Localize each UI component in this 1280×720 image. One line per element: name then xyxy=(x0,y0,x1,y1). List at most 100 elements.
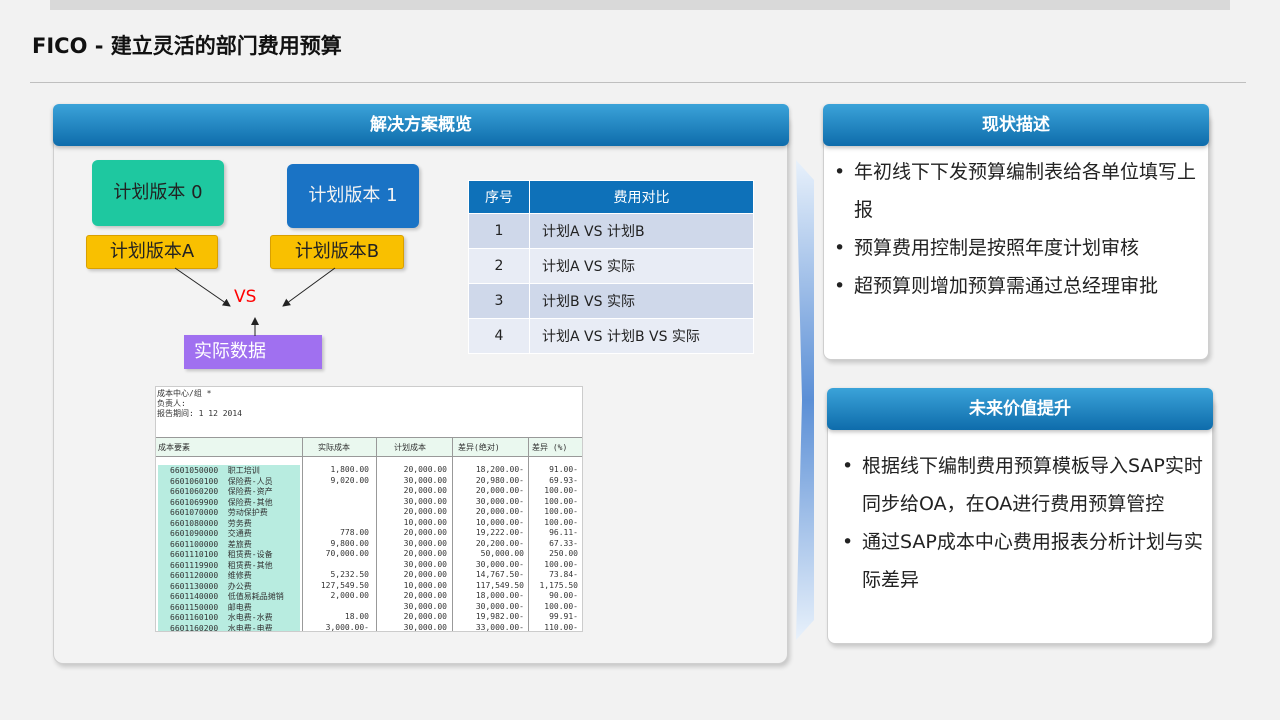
report-cell-diff-abs: 19,222.00- xyxy=(475,528,524,537)
report-meta: 成本中心/组 * 负责人: 报告期间: 1 12 2014 xyxy=(157,389,242,419)
report-row: 6601120000 维修费 5,232.50 20,000.00 14,767.50… xyxy=(156,570,582,581)
report-cell-diff-abs: 18,000.00- xyxy=(475,591,524,600)
report-cell-diff-abs: 50,000.00 xyxy=(480,549,524,558)
report-cell-element: 6601110100 租赁费-设备 xyxy=(158,549,300,560)
report-cell-element: 6601120000 维修费 xyxy=(158,570,300,581)
report-cell-diff-abs: 20,200.00- xyxy=(475,538,524,548)
comparison-table-header: 序号 费用对比 xyxy=(468,180,754,214)
comparison-table: 序号 费用对比 1 计划A VS 计划B 2 计划A VS 实际 3 计划B V… xyxy=(468,180,754,354)
report-cell-element: 6601070000 劳动保护费 xyxy=(158,507,300,518)
report-cell-element: 6601090000 交通费 xyxy=(158,528,300,539)
report-cell-plan: 30,000.00 xyxy=(403,475,447,485)
col-header-comparison: 费用对比 xyxy=(529,180,754,214)
report-cell-actual: 9,800.00 xyxy=(330,538,369,548)
report-cell-element: 6601130000 办公费 xyxy=(158,580,300,592)
status-list: 年初线下下发预算编制表给各单位填写上报 预算费用控制是按照年度计划审核 超预算则… xyxy=(832,153,1204,305)
row-comparison: 计划B VS 实际 xyxy=(529,283,754,319)
col-header-index: 序号 xyxy=(468,180,530,214)
report-cell-plan: 20,000.00 xyxy=(403,591,447,600)
report-row: 6601090000 交通费 778.00 20,000.00 19,222.00- 9… xyxy=(156,528,582,539)
report-row: 6601110100 租赁费-设备 70,000.00 20,000.00 50,00… xyxy=(156,549,582,560)
report-cell-diff-pct: 1,175.50 xyxy=(539,580,578,590)
list-item: 年初线下下发预算编制表给各单位填写上报 xyxy=(832,153,1204,229)
report-cell-diff-pct: 96.11- xyxy=(549,528,578,537)
row-comparison: 计划A VS 实际 xyxy=(529,248,754,284)
report-cell-diff-abs: 20,000.00- xyxy=(475,486,524,495)
report-cell-actual: 5,232.50 xyxy=(330,570,369,579)
report-cell-element: 6601060100 保险费-人员 xyxy=(158,475,300,487)
report-cell-actual: 2,000.00 xyxy=(330,591,369,600)
report-cell-diff-pct: 250.00 xyxy=(549,549,578,558)
report-cell-plan: 20,000.00 xyxy=(403,528,447,537)
report-cell-actual: 70,000.00 xyxy=(325,549,369,558)
list-item: 通过SAP成本中心费用报表分析计划与实际差异 xyxy=(840,523,1205,599)
report-cell-diff-pct: 100.00- xyxy=(544,559,578,569)
report-cell-diff-abs: 14,767.50- xyxy=(475,570,524,579)
row-index: 3 xyxy=(468,283,530,319)
report-cell-actual: 18.00 xyxy=(344,612,369,621)
report-cell-diff-abs: 117,549.50 xyxy=(475,580,524,590)
arrow-from-plan-b xyxy=(282,267,336,307)
report-cell-diff-pct: 100.00- xyxy=(544,601,578,611)
report-row: 6601069900 保险费-其他 30,000.00 30,000.00- 100.… xyxy=(156,496,582,508)
status-header: 现状描述 xyxy=(823,104,1209,146)
list-item: 超预算则增加预算需通过总经理审批 xyxy=(832,267,1204,305)
report-cell-element: 6601050000 职工培训 xyxy=(158,465,300,476)
report-row: 6601160200 水电费-电费 3,000.00- 30,000.00 33,00… xyxy=(156,622,582,632)
report-cell-diff-pct: 110.00- xyxy=(544,622,578,632)
report-cell-plan: 30,000.00 xyxy=(403,496,447,506)
table-row: 3 计划B VS 实际 xyxy=(468,283,754,319)
report-cell-diff-abs: 18,200.00- xyxy=(475,465,524,474)
report-row: 6601070000 劳动保护费 20,000.00 20,000.00- 100.0… xyxy=(156,507,582,518)
row-index: 4 xyxy=(468,318,530,354)
report-col-diff-abs: 差异(绝对) xyxy=(458,443,500,452)
report-cell-diff-pct: 100.00- xyxy=(544,517,578,527)
report-row: 6601140000 低值易耗品摊销 2,000.00 20,000.00 18,00… xyxy=(156,591,582,602)
report-row: 6601060200 保险费-资产 20,000.00 20,000.00- 100.… xyxy=(156,486,582,497)
future-value-list: 根据线下编制费用预算模板导入SAP实时同步给OA，在OA进行费用预算管控 通过S… xyxy=(840,447,1205,599)
report-col-actual: 实际成本 xyxy=(318,443,350,452)
report-cell-actual: 127,549.50 xyxy=(320,580,369,590)
report-cell-diff-pct: 67.33- xyxy=(549,538,578,548)
report-cell-diff-abs: 30,000.00- xyxy=(475,559,524,569)
report-cell-diff-pct: 91.00- xyxy=(549,465,578,474)
report-cell-plan: 20,000.00 xyxy=(403,612,447,621)
report-cell-diff-abs: 19,982.00- xyxy=(475,612,524,621)
report-cell-diff-abs: 33,000.00- xyxy=(475,622,524,632)
report-column-headers: 成本要素 实际成本 计划成本 差异(绝对) 差异 (%) xyxy=(156,437,582,457)
report-cell-plan: 20,000.00 xyxy=(403,570,447,579)
table-row: 2 计划A VS 实际 xyxy=(468,248,754,284)
report-cell-element: 6601069900 保险费-其他 xyxy=(158,496,300,508)
table-row: 4 计划A VS 计划B VS 实际 xyxy=(468,318,754,354)
list-item: 预算费用控制是按照年度计划审核 xyxy=(832,229,1204,267)
report-cell-diff-pct: 100.00- xyxy=(544,507,578,516)
report-row: 6601100000 差旅费 9,800.00 30,000.00 20,200.00… xyxy=(156,538,582,550)
report-cell-diff-abs: 30,000.00- xyxy=(475,601,524,611)
report-meta-owner: 负责人: xyxy=(157,399,186,408)
report-cell-diff-pct: 69.93- xyxy=(549,475,578,485)
report-row: 6601160100 水电费-水费 18.00 20,000.00 19,982.00… xyxy=(156,612,582,623)
report-cell-diff-pct: 99.91- xyxy=(549,612,578,621)
report-cell-plan: 10,000.00 xyxy=(403,580,447,590)
report-cell-diff-pct: 90.00- xyxy=(549,591,578,600)
report-cell-diff-abs: 20,980.00- xyxy=(475,475,524,485)
report-cell-plan: 20,000.00 xyxy=(403,486,447,495)
arrow-from-plan-a xyxy=(174,267,231,307)
report-row: 6601060100 保险费-人员 9,020.00 30,000.00 20,980… xyxy=(156,475,582,487)
report-cell-plan: 30,000.00 xyxy=(403,601,447,611)
report-cell-element: 6601100000 差旅费 xyxy=(158,538,300,550)
report-row: 6601119900 租赁费-其他 30,000.00 30,000.00- 100.… xyxy=(156,559,582,571)
report-rows: 6601050000 职工培训 1,800.00 20,000.00 18,200.0… xyxy=(156,465,582,632)
report-col-element: 成本要素 xyxy=(158,443,190,452)
report-cell-plan: 30,000.00 xyxy=(403,622,447,632)
row-comparison: 计划A VS 计划B xyxy=(529,213,754,249)
report-cell-diff-abs: 30,000.00- xyxy=(475,496,524,506)
row-index: 2 xyxy=(468,248,530,284)
report-cell-plan: 20,000.00 xyxy=(403,549,447,558)
divider-chevron xyxy=(796,160,814,640)
report-cell-plan: 20,000.00 xyxy=(403,465,447,474)
report-cell-diff-abs: 10,000.00- xyxy=(475,517,524,527)
report-cell-plan: 30,000.00 xyxy=(403,559,447,569)
report-row: 6601080000 劳务费 10,000.00 10,000.00- 100.00- xyxy=(156,517,582,529)
report-cell-element: 6601160100 水电费-水费 xyxy=(158,612,300,623)
